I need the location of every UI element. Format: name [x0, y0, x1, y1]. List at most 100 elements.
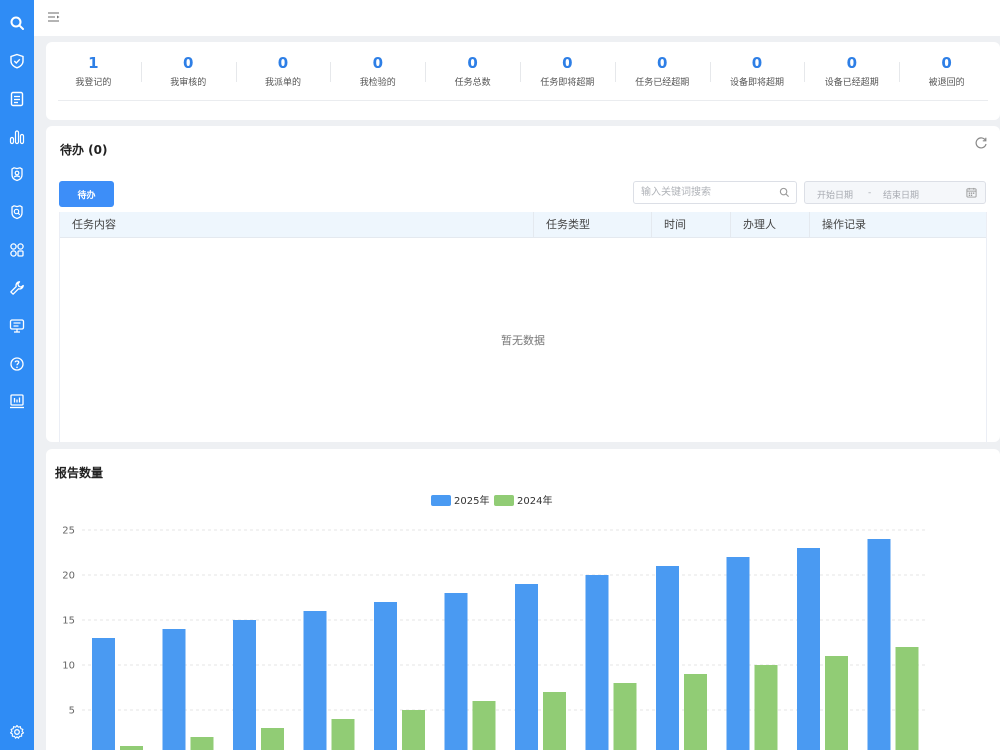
settings-gear-icon[interactable]: [7, 722, 27, 742]
bar-series-2[interactable]: [402, 710, 425, 750]
stat-label: 我派单的: [264, 78, 301, 88]
calendar-icon[interactable]: [966, 187, 977, 198]
bar-series-2[interactable]: [190, 737, 214, 750]
bar-chart: 5 10 15 20 25 2025年 2024年: [62, 494, 928, 750]
table-header: 任务内容 任务类型 时间 办理人 操作记录: [60, 212, 986, 238]
stat-label: 任务已经超期: [635, 78, 690, 88]
legend-swatch: [431, 495, 451, 506]
stat-devices-due-soon[interactable]: 0 设备即将超期: [710, 42, 805, 102]
stat-registered[interactable]: 1 我登记的: [46, 42, 141, 102]
stat-label: 我登记的: [75, 78, 112, 88]
y-tick-label: 5: [69, 706, 75, 717]
stat-value: 0: [656, 54, 668, 72]
stat-label: 被退回的: [928, 78, 965, 88]
stat-value: 0: [277, 54, 289, 72]
stat-label: 任务总数: [454, 78, 491, 88]
badge-icon[interactable]: [7, 164, 27, 184]
bar-series-1[interactable]: [585, 575, 609, 750]
stat-value: 0: [182, 54, 194, 72]
stats-panel: 1 我登记的 0 我审核的 0 我派单的 0 我检验的 0 任务总数 0 任务即将超期 0 任…: [46, 42, 1000, 120]
sidebar: [0, 0, 34, 750]
column-header-task-type[interactable]: 任务类型: [534, 212, 652, 238]
date-separator: -: [868, 188, 872, 198]
stat-total-tasks[interactable]: 0 任务总数: [425, 42, 520, 102]
bar-series-2[interactable]: [895, 647, 919, 750]
legend-label: 2025年: [454, 494, 489, 507]
bar-series-1[interactable]: [162, 629, 186, 750]
bar-series-1[interactable]: [515, 584, 538, 750]
bar-series-1[interactable]: [303, 611, 327, 750]
document-icon[interactable]: [7, 89, 27, 109]
stat-tasks-overdue[interactable]: 0 任务已经超期: [615, 42, 710, 102]
report-chart-panel: 报告数量 5 10 15 20 25 2025年 2024年: [46, 449, 1000, 750]
column-header-operation-log[interactable]: 操作记录: [810, 212, 986, 238]
bar-series-2[interactable]: [825, 656, 848, 750]
bar-series-1[interactable]: [726, 557, 750, 750]
stat-devices-overdue[interactable]: 0 设备已经超期: [804, 42, 899, 102]
bar-series-2[interactable]: [543, 692, 566, 750]
menu-fold-icon[interactable]: [47, 10, 61, 24]
wrench-icon[interactable]: [7, 278, 27, 298]
legend-label: 2024年: [517, 494, 552, 507]
bar-series-1[interactable]: [374, 602, 397, 750]
bar-series-2[interactable]: [120, 746, 143, 750]
shield-check-icon[interactable]: [7, 51, 27, 71]
monitor-icon[interactable]: [7, 316, 27, 336]
help-icon[interactable]: [7, 354, 27, 374]
date-end-field[interactable]: 结束日期: [883, 188, 919, 201]
date-start-field[interactable]: 开始日期: [817, 188, 853, 201]
stat-label: 设备即将超期: [729, 78, 784, 88]
todo-panel: 待办 (0) 待办 开始日期 - 结束日期 任务内容 任务类型: [46, 126, 1000, 442]
bar-series-2[interactable]: [472, 701, 496, 750]
column-header-time[interactable]: 时间: [652, 212, 731, 238]
bar-series-2[interactable]: [613, 683, 637, 750]
bar-series-1[interactable]: [92, 638, 115, 750]
apps-grid-icon[interactable]: [7, 240, 27, 260]
stat-label: 我检验的: [359, 78, 396, 88]
search-icon[interactable]: [7, 13, 27, 33]
stat-inspected[interactable]: 0 我检验的: [330, 42, 425, 102]
empty-state-text: 暂无数据: [501, 334, 545, 347]
column-header-task-content[interactable]: 任务内容: [60, 212, 534, 238]
bar-series-1[interactable]: [797, 548, 820, 750]
stat-reviewed[interactable]: 0 我审核的: [141, 42, 236, 102]
search-input[interactable]: [641, 185, 771, 200]
bar-chart-icon[interactable]: [7, 127, 27, 147]
stat-value: 0: [562, 54, 573, 72]
bar-series-1[interactable]: [656, 566, 679, 750]
top-bar: [34, 0, 1000, 36]
refresh-icon[interactable]: [974, 136, 988, 150]
bar-series-1[interactable]: [444, 593, 468, 750]
y-tick-label: 10: [62, 661, 75, 672]
y-tick-label: 15: [62, 616, 75, 627]
stat-dispatched[interactable]: 0 我派单的: [236, 42, 331, 102]
column-header-handler[interactable]: 办理人: [731, 212, 810, 238]
date-range-picker[interactable]: 开始日期 - 结束日期: [804, 181, 986, 204]
stat-value: 0: [467, 54, 478, 72]
y-tick-label: 25: [62, 526, 75, 537]
tab-todo[interactable]: 待办: [59, 181, 114, 207]
bar-series-2[interactable]: [331, 719, 355, 750]
todo-table: 任务内容 任务类型 时间 办理人 操作记录 暂无数据: [59, 212, 987, 442]
stat-value: 0: [751, 54, 763, 72]
bar-series-1[interactable]: [867, 539, 891, 750]
stat-tasks-due-soon[interactable]: 0 任务即将超期: [520, 42, 615, 102]
search-icon[interactable]: [779, 187, 790, 198]
bar-series-1[interactable]: [233, 620, 256, 750]
stat-value: 0: [846, 54, 857, 72]
stat-value: 1: [88, 54, 99, 72]
stat-returned[interactable]: 0 被退回的: [899, 42, 994, 102]
stats-divider-line: [58, 100, 988, 101]
bar-series-2[interactable]: [261, 728, 284, 750]
search-badge-icon[interactable]: [7, 202, 27, 222]
todo-title: 待办 (0): [60, 143, 108, 157]
bar-series-2[interactable]: [754, 665, 778, 750]
search-box: [633, 181, 797, 204]
stat-label: 我审核的: [170, 78, 207, 88]
bar-series-2[interactable]: [684, 674, 707, 750]
stat-label: 设备已经超期: [824, 78, 879, 88]
stat-label: 任务即将超期: [540, 78, 595, 88]
stat-value: 0: [372, 54, 383, 72]
y-tick-label: 20: [62, 571, 75, 582]
report-chart-icon[interactable]: [7, 391, 27, 411]
